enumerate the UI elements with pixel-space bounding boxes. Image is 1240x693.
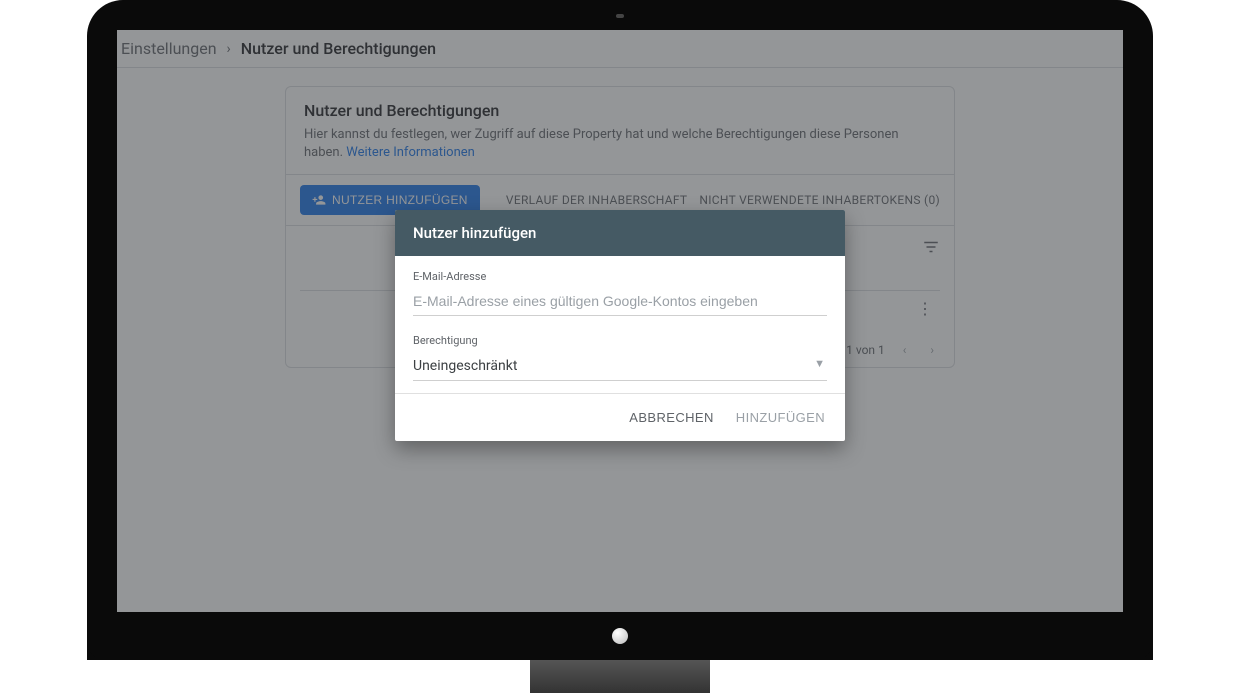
monitor-camera [616,14,624,18]
dropdown-caret-icon: ▼ [814,357,825,370]
dialog-title: Nutzer hinzufügen [395,210,845,256]
submit-button[interactable]: HINZUFÜGEN [732,406,829,429]
permission-select[interactable]: Uneingeschränkt ▼ [413,351,827,381]
permission-select-value: Uneingeschränkt [413,358,517,374]
email-label: E-Mail-Adresse [413,270,827,283]
monitor-stand [530,660,710,693]
email-field[interactable] [413,287,827,316]
add-user-dialog: Nutzer hinzufügen E-Mail-Adresse Berecht… [395,210,845,441]
cancel-button[interactable]: ABBRECHEN [625,406,718,429]
monitor-power-button [612,628,628,644]
app-viewport: Einstellungen › Nutzer und Berechtigunge… [117,30,1123,612]
monitor-bezel-bottom [87,612,1153,660]
permission-label: Berechtigung [413,334,827,347]
